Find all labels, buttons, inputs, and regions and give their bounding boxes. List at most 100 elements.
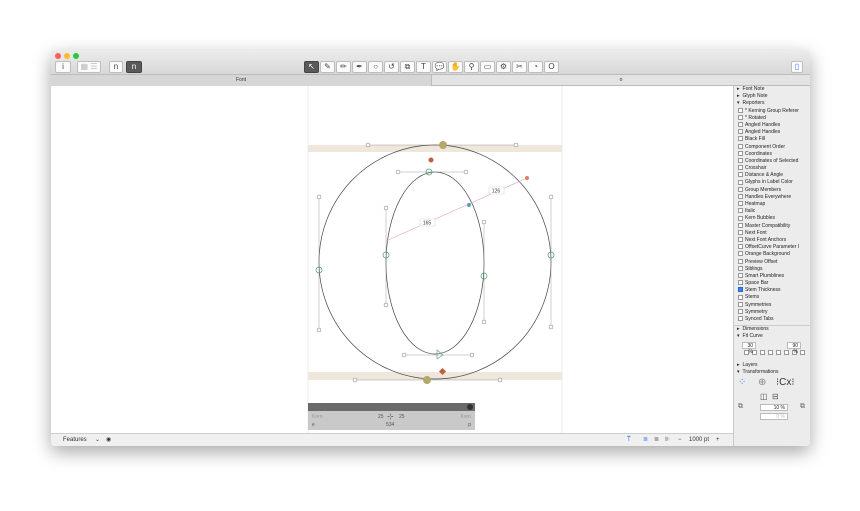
measure-tool-button[interactable]: ▭ — [480, 61, 495, 73]
section-font-note[interactable]: ▸ Font Note — [734, 86, 810, 93]
checkbox[interactable] — [738, 222, 743, 228]
checkbox[interactable] — [738, 308, 743, 314]
reporter-item[interactable]: Stem Thickness — [734, 287, 810, 294]
reporter-item[interactable]: OffsetCurve Parameter I — [734, 244, 810, 251]
reporter-item[interactable]: Preview Offset — [734, 259, 810, 266]
checkbox[interactable] — [738, 143, 743, 149]
checkbox[interactable] — [738, 316, 743, 322]
reporter-item[interactable]: Siblings — [734, 266, 810, 273]
scale-up-icon[interactable]: ⧉ — [800, 403, 805, 411]
reporter-item[interactable]: Master Compatibility — [734, 223, 810, 230]
checkbox[interactable] — [738, 244, 743, 250]
scale-icon[interactable]: ⧉ — [738, 403, 743, 411]
reporter-item[interactable]: Angled Handles — [734, 122, 810, 129]
crosshair-icon[interactable]: ⊕ — [758, 377, 766, 388]
section-layers[interactable]: ▸ Layers — [734, 362, 810, 369]
checkbox[interactable] — [738, 265, 743, 271]
reporter-item[interactable]: Kern Bubbles — [734, 215, 810, 222]
zoom-in-button[interactable]: + — [716, 437, 720, 443]
checkbox[interactable] — [738, 301, 743, 307]
checkbox[interactable] — [738, 294, 743, 300]
checkbox[interactable] — [738, 172, 743, 178]
reporter-item[interactable]: Coordinates — [734, 151, 810, 158]
rsb-field[interactable]: 25 — [399, 414, 405, 420]
section-fit-curve[interactable]: ▾ Fit Curve — [734, 333, 810, 340]
sidebar-toggle-button[interactable]: ▯ — [791, 61, 803, 73]
section-dimensions[interactable]: ▸ Dimensions — [734, 326, 810, 333]
checkbox[interactable] — [738, 280, 743, 286]
reporter-item[interactable]: Coordinates of Selected — [734, 158, 810, 165]
select-tool-button[interactable]: ↖ — [304, 61, 319, 73]
reporter-item[interactable]: Crosshair — [734, 165, 810, 172]
fit-max-field[interactable]: 90 % — [787, 341, 801, 355]
pencil-tool-button[interactable]: ✏ — [336, 61, 351, 73]
text-tool-button[interactable]: T — [416, 61, 431, 73]
eye-icon[interactable]: ◉ — [106, 436, 111, 443]
section-reporters[interactable]: ▾ Reporters — [734, 100, 810, 107]
checkbox[interactable] — [738, 165, 743, 171]
reporter-item[interactable]: Symmetry — [734, 309, 810, 316]
checkbox[interactable] — [738, 237, 743, 243]
checkbox[interactable] — [738, 229, 743, 235]
reporter-item[interactable]: Synced Tabs — [734, 316, 810, 323]
glyph-canvas[interactable]: 126 165 — [51, 86, 733, 433]
checkbox[interactable] — [738, 129, 743, 135]
pen-tool-button[interactable]: ✒ — [352, 61, 367, 73]
section-glyph-note[interactable]: ▸ Glyph Note — [734, 93, 810, 100]
reporter-item[interactable]: * Rotated — [734, 115, 810, 122]
scale-tool-button[interactable]: ⧉ — [400, 61, 415, 73]
reporter-item[interactable]: Next Font Anchors — [734, 237, 810, 244]
reporter-item[interactable]: Group Members — [734, 187, 810, 194]
link-metrics-icon[interactable]: ⊹ — [387, 412, 394, 421]
rotate-tool-button[interactable]: ↺ — [384, 61, 399, 73]
reporter-item[interactable]: Angled Handles — [734, 129, 810, 136]
checkbox[interactable] — [738, 122, 743, 128]
reporter-item[interactable]: Next Font — [734, 230, 810, 237]
zoom-tool-button[interactable]: ⚲ — [464, 61, 479, 73]
fit-min-field[interactable]: 30 % — [742, 341, 756, 355]
checkbox[interactable] — [738, 114, 743, 120]
reporter-item[interactable]: Smart Plumblines — [734, 273, 810, 280]
reporter-item[interactable]: Handles Everywhere — [734, 194, 810, 201]
chevron-down-icon[interactable]: ⌄ — [95, 436, 100, 443]
checkbox[interactable] — [738, 215, 743, 221]
checkbox[interactable] — [738, 150, 743, 156]
scale-field[interactable]: 10 % — [760, 403, 788, 411]
reporter-item[interactable]: Glyphs in Label Color — [734, 179, 810, 186]
tab-font[interactable]: Font — [51, 75, 431, 86]
knife-tool-button[interactable]: ⚙ — [496, 61, 511, 73]
view-mode-toggle[interactable]: ▦ ☰ — [77, 61, 101, 73]
width-field[interactable]: 534 — [386, 422, 394, 428]
features-button[interactable]: Features — [63, 437, 87, 443]
close-button[interactable] — [55, 53, 61, 59]
flip-vertical-icon[interactable]: ⊟ — [772, 392, 779, 401]
reporter-item[interactable]: Distance & Angle — [734, 172, 810, 179]
reporter-item[interactable]: Symmetries — [734, 302, 810, 309]
reporter-item[interactable]: Italic — [734, 208, 810, 215]
font-size-field[interactable]: 1000 pt — [689, 437, 709, 443]
flip-horizontal-icon[interactable]: ◫ — [760, 392, 768, 401]
checkbox[interactable] — [738, 107, 743, 113]
primitives-tool-button[interactable]: O — [544, 61, 559, 73]
reporter-item[interactable]: * Kerning Group Referer — [734, 108, 810, 115]
origin-selector-icon[interactable]: ⁘ — [738, 377, 746, 388]
tab-glyph-o[interactable]: o — [431, 75, 810, 86]
zoom-button[interactable] — [73, 53, 79, 59]
checkbox[interactable] — [738, 273, 743, 279]
scissor-tool-button[interactable]: ✂ — [512, 61, 527, 73]
transform-origin-icon[interactable]: ⁝Cx⁝ — [776, 377, 795, 388]
right-glyph[interactable]: p — [468, 422, 471, 428]
checkbox[interactable] — [738, 193, 743, 199]
reporter-item[interactable]: Orange Background — [734, 251, 810, 258]
reporter-item[interactable]: Stems — [734, 294, 810, 301]
rotate-field[interactable]: 0 % — [760, 412, 788, 420]
outline-preview-button[interactable]: n — [109, 61, 123, 73]
info-button[interactable]: i — [55, 61, 71, 73]
checkbox[interactable] — [738, 158, 743, 164]
align-left-icon[interactable]: ≣ — [643, 436, 648, 443]
reporter-item[interactable]: Component Order — [734, 144, 810, 151]
checkbox[interactable] — [738, 251, 743, 257]
left-glyph[interactable]: e — [312, 422, 315, 428]
justify-icon[interactable]: ⊪ — [665, 436, 670, 443]
annotation-tool-button[interactable]: 💬 — [432, 61, 447, 73]
